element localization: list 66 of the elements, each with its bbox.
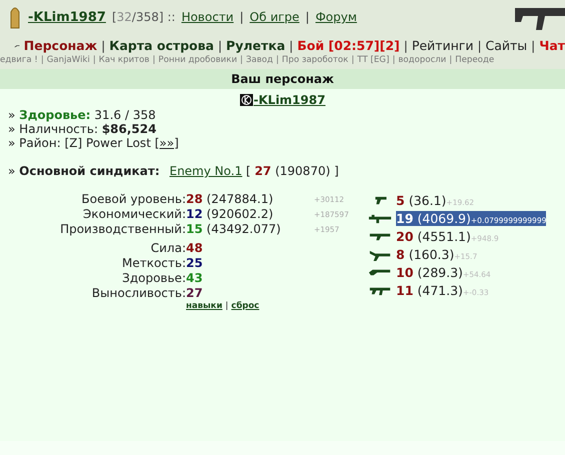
separator: | bbox=[218, 38, 222, 52]
separator: | bbox=[351, 55, 354, 65]
syndicate-level: [ 27 (190870) ] bbox=[246, 164, 339, 178]
nav-link[interactable]: Рулетка bbox=[226, 38, 286, 53]
level-label: Экономический: bbox=[82, 207, 186, 222]
district-link[interactable]: [»»] bbox=[154, 136, 179, 150]
separator: | bbox=[40, 55, 44, 65]
health-line: » Здоровье: 31.6 / 358 bbox=[8, 108, 157, 122]
shortcut-link[interactable]: Ронни дробовики bbox=[158, 55, 238, 65]
shortcut-link[interactable]: Переоде bbox=[455, 55, 494, 65]
skill-value: 27 bbox=[186, 286, 204, 301]
nav-link[interactable]: Карта острова bbox=[109, 38, 214, 53]
header-link[interactable]: Новости bbox=[181, 10, 234, 24]
health-counter: [32/358] :: bbox=[112, 10, 176, 24]
level-value: 12 (920602.2) bbox=[186, 207, 274, 222]
nav-link[interactable]: Бой [02:57][2] bbox=[297, 38, 400, 53]
shortcut-link[interactable]: едвига ! bbox=[0, 55, 38, 65]
separator: | bbox=[477, 38, 482, 52]
syndicate-link[interactable]: Enemy No.1 bbox=[169, 164, 242, 178]
username-link[interactable]: -KLim1987 bbox=[28, 10, 106, 24]
cash-line: » Наличность: $86,524 bbox=[8, 122, 158, 136]
gun-icon bbox=[368, 212, 392, 224]
nav-link[interactable]: Чат bbox=[539, 38, 565, 53]
skill-label: Меткость: bbox=[120, 256, 186, 271]
separator: | bbox=[392, 55, 396, 65]
shortcut-link[interactable]: ТТ [EG] bbox=[357, 55, 390, 65]
level-label: Боевой уровень: bbox=[80, 192, 186, 207]
separator: | bbox=[101, 38, 106, 52]
skill-link[interactable]: навыки bbox=[186, 301, 222, 311]
skill-label: Сила: bbox=[150, 241, 186, 256]
shortcut-link[interactable]: Завод bbox=[246, 55, 273, 65]
separator: | bbox=[305, 10, 310, 24]
clan-icon bbox=[240, 94, 253, 106]
separator: | bbox=[240, 55, 243, 65]
shortcut-link[interactable]: Кач критов bbox=[98, 55, 150, 65]
shortcut-link[interactable]: Про зароботок bbox=[282, 55, 348, 65]
separator: | bbox=[92, 55, 96, 65]
separator: | bbox=[531, 38, 536, 52]
skill-label: Выносливость: bbox=[90, 286, 186, 301]
separator: | bbox=[404, 38, 408, 52]
district-text: » Район: [Z] Power Lost bbox=[8, 136, 152, 150]
gun-icon bbox=[368, 248, 392, 260]
level-value: 15 (43492.077) bbox=[186, 222, 282, 237]
separator: | bbox=[240, 10, 244, 24]
header-link[interactable]: Форум bbox=[315, 10, 357, 24]
section-title: Ваш персонаж bbox=[0, 69, 565, 89]
shortcut-link[interactable]: водоросли bbox=[398, 55, 446, 65]
skill-value: 48 bbox=[186, 241, 204, 256]
skill-link[interactable]: сброс bbox=[231, 301, 260, 311]
character-name-link[interactable]: -KLim1987 bbox=[254, 93, 326, 107]
skill-value: 43 bbox=[186, 271, 204, 286]
header-link[interactable]: Об игре bbox=[250, 10, 300, 24]
separator: | bbox=[449, 55, 452, 65]
nav-link[interactable]: Сайты bbox=[486, 38, 528, 53]
syndicate-label: » Основной синдикат: bbox=[8, 164, 160, 178]
nav-link[interactable]: Рейтинги bbox=[412, 38, 474, 53]
separator: | bbox=[225, 301, 228, 311]
separator: | bbox=[276, 55, 279, 65]
separator: | bbox=[152, 55, 156, 65]
nav-link[interactable]: Персонаж bbox=[24, 38, 98, 53]
separator: | bbox=[289, 38, 294, 52]
shortcut-link[interactable]: GanjaWiki bbox=[46, 55, 90, 65]
level-value: 28 (247884.1) bbox=[186, 192, 274, 207]
level-label: Производственный: bbox=[59, 222, 186, 237]
skill-label: Здоровье: bbox=[121, 271, 186, 286]
skill-value: 25 bbox=[186, 256, 204, 271]
